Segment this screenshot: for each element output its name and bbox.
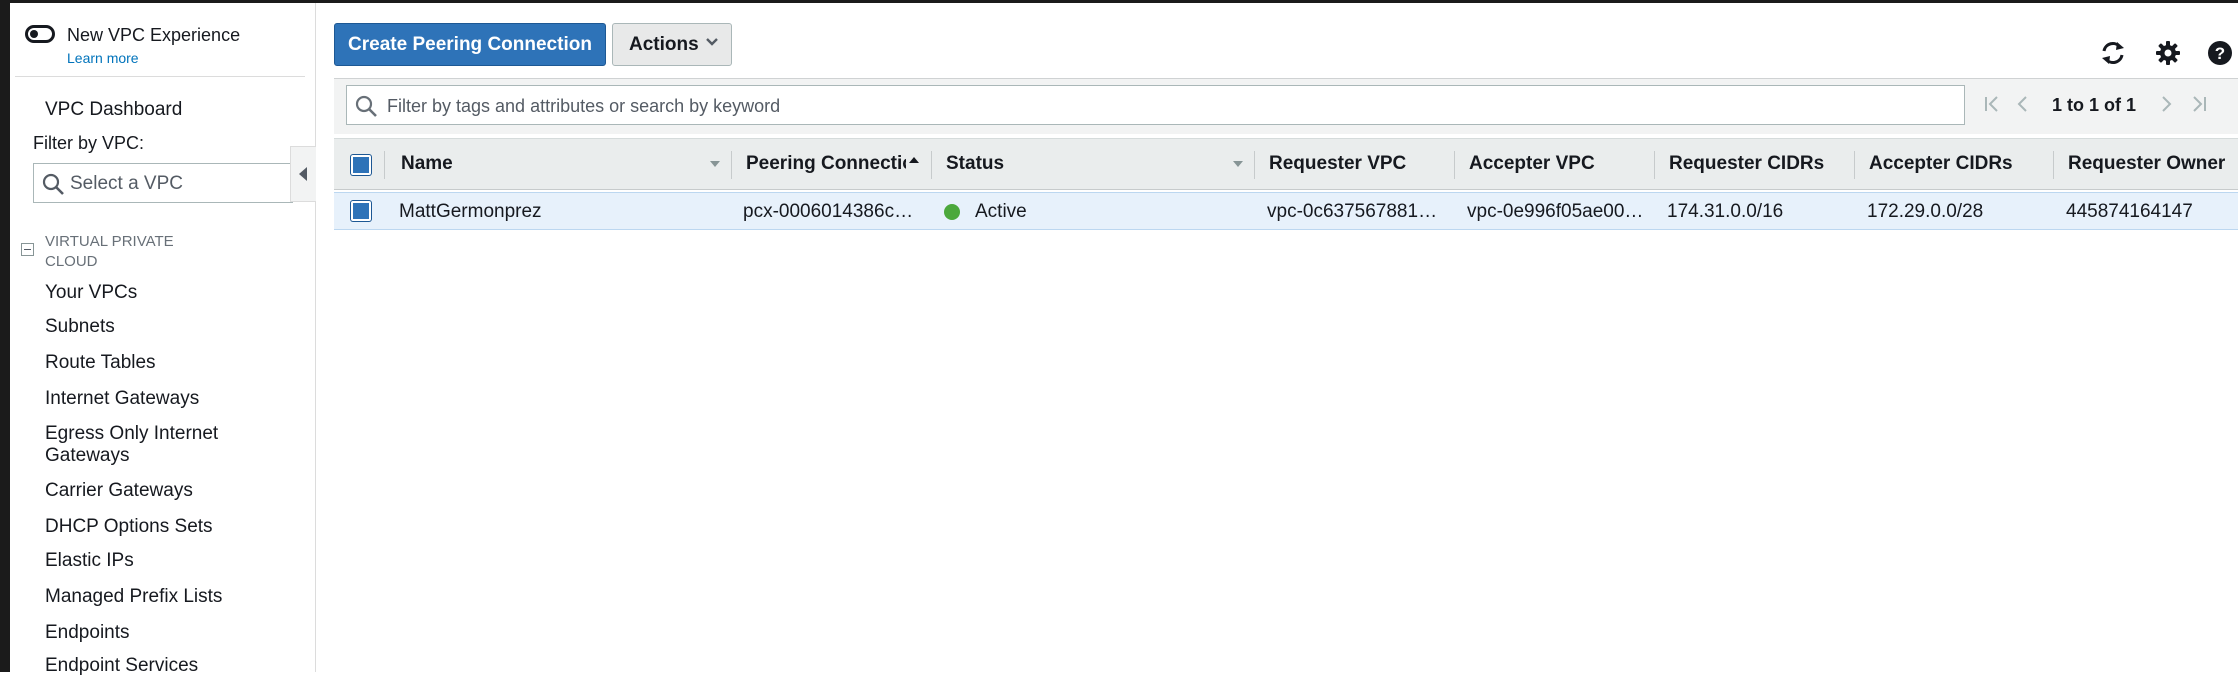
column-separator — [1254, 151, 1255, 179]
search-icon — [42, 173, 64, 195]
column-separator — [384, 151, 385, 179]
column-header-accepter-vpc[interactable]: Accepter VPC — [1469, 153, 1595, 175]
sidebar-item-dhcp-options-sets[interactable]: DHCP Options Sets — [45, 516, 255, 538]
pagination-text: 1 to 1 of 1 — [2052, 95, 2137, 115]
new-experience-label: New VPC Experience — [67, 25, 241, 45]
last-page-icon[interactable] — [2190, 94, 2208, 114]
actions-label: Actions — [629, 34, 699, 55]
column-header-requester-cidrs[interactable]: Requester CIDRs — [1669, 153, 1824, 175]
column-header-peering-connection-id[interactable]: Peering Connection ID — [746, 153, 906, 175]
cell-accepter-cidrs: 172.29.0.0/28 — [1867, 201, 1984, 222]
previous-page-icon[interactable] — [2015, 94, 2029, 114]
collapse-section-icon[interactable] — [21, 243, 34, 256]
search-placeholder: Filter by tags and attributes or search … — [387, 96, 781, 116]
sidebar-item-carrier-gateways[interactable]: Carrier Gateways — [45, 480, 255, 502]
sort-icon[interactable] — [710, 161, 720, 167]
learn-more-link[interactable]: Learn more — [67, 50, 139, 66]
sidebar-item-managed-prefix-lists[interactable]: Managed Prefix Lists — [45, 586, 255, 608]
cell-accepter-vpc: vpc-0e996f05ae00… — [1467, 201, 1644, 222]
search-input[interactable]: Filter by tags and attributes or search … — [346, 85, 1965, 125]
column-separator — [931, 151, 932, 179]
new-experience-toggle[interactable] — [25, 25, 55, 43]
next-page-icon[interactable] — [2160, 94, 2174, 114]
column-header-requester-owner[interactable]: Requester Owner — [2068, 153, 2225, 175]
gear-icon[interactable] — [2155, 40, 2181, 66]
sort-ascending-icon[interactable] — [909, 157, 919, 163]
create-peering-connection-button[interactable]: Create Peering Connection — [334, 23, 606, 66]
sort-icon[interactable] — [1233, 161, 1243, 167]
cell-requester-owner: 445874164147 — [2066, 201, 2193, 222]
status-active-icon — [944, 204, 960, 220]
row-checkbox[interactable] — [351, 201, 371, 221]
column-separator — [2053, 151, 2054, 179]
column-separator — [731, 151, 732, 179]
vpc-select[interactable]: Select a VPC — [33, 163, 293, 203]
sidebar-item-internet-gateways[interactable]: Internet Gateways — [45, 388, 255, 410]
search-icon — [355, 95, 377, 117]
sidebar-divider — [15, 76, 305, 77]
section-title-vpc: VIRTUAL PRIVATE CLOUD — [45, 233, 174, 270]
sidebar-item-egress-only-internet-gateways[interactable]: Egress Only Internet Gateways — [45, 423, 245, 467]
cell-peering-connection-id: pcx-0006014386c… — [743, 201, 914, 222]
filter-by-vpc-label: Filter by VPC: — [33, 133, 145, 153]
vpc-select-placeholder: Select a VPC — [70, 173, 183, 194]
select-all-checkbox[interactable] — [351, 155, 371, 175]
column-separator — [1654, 151, 1655, 179]
collapse-sidebar-button[interactable] — [290, 146, 316, 202]
top-border — [0, 0, 2238, 3]
column-separator — [1454, 151, 1455, 179]
left-border — [0, 0, 10, 672]
column-header-accepter-cidrs[interactable]: Accepter CIDRs — [1869, 153, 2013, 175]
sidebar-item-your-vpcs[interactable]: Your VPCs — [45, 282, 255, 304]
chevron-down-icon — [706, 38, 718, 46]
column-header-requester-vpc[interactable]: Requester VPC — [1269, 153, 1406, 175]
table-header: Name Peering Connection ID Status Reques… — [334, 138, 2238, 190]
sidebar-item-endpoints[interactable]: Endpoints — [45, 622, 255, 644]
sidebar-item-vpc-dashboard[interactable]: VPC Dashboard — [45, 99, 182, 121]
sidebar-item-endpoint-services[interactable]: Endpoint Services — [45, 655, 255, 677]
cell-name: MattGermonprez — [399, 201, 542, 222]
sidebar-item-subnets[interactable]: Subnets — [45, 316, 255, 338]
help-icon[interactable]: ? — [2207, 40, 2233, 66]
svg-text:?: ? — [2215, 44, 2225, 63]
table-row[interactable]: MattGermonprez pcx-0006014386c… Active v… — [334, 192, 2238, 230]
cell-requester-vpc: vpc-0c637567881… — [1267, 201, 1438, 222]
actions-dropdown-button[interactable]: Actions — [612, 23, 732, 66]
cell-status: Active — [975, 201, 1027, 222]
refresh-icon[interactable] — [2099, 39, 2127, 67]
sidebar-item-route-tables[interactable]: Route Tables — [45, 352, 255, 374]
column-header-name[interactable]: Name — [401, 153, 453, 175]
first-page-icon[interactable] — [1983, 94, 2001, 114]
column-header-status[interactable]: Status — [946, 153, 1004, 175]
cell-requester-cidrs: 174.31.0.0/16 — [1667, 201, 1784, 222]
sidebar-item-elastic-ips[interactable]: Elastic IPs — [45, 550, 255, 572]
column-separator — [1854, 151, 1855, 179]
